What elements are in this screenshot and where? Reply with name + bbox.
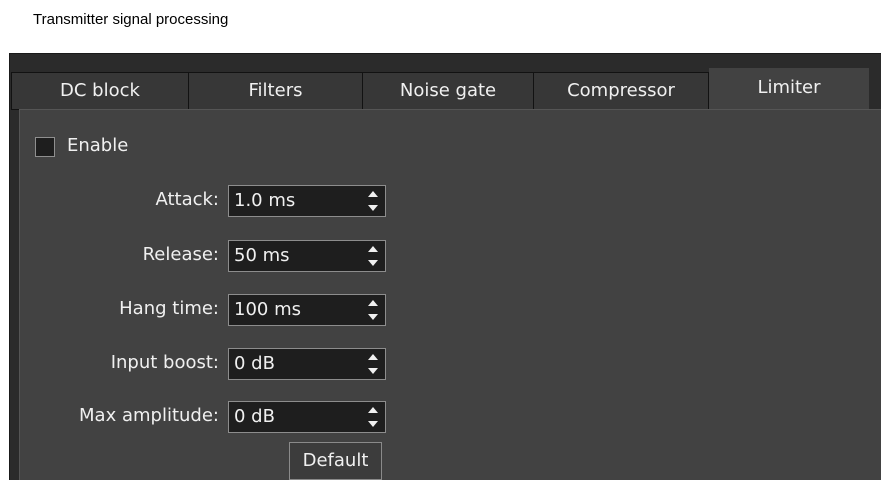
release-spinbox[interactable]: 50 ms [228,240,386,272]
tab-noise-gate[interactable]: Noise gate [362,72,534,110]
tab-limiter[interactable]: Limiter [709,68,869,110]
up-down-arrows-icon[interactable] [367,190,379,212]
window-title: Transmitter signal processing [33,11,229,28]
max-amplitude-label: Max amplitude: [79,405,219,426]
attack-value[interactable]: 1.0 ms [234,186,295,216]
hang-time-label: Hang time: [119,298,219,319]
tab-dc-block[interactable]: DC block [11,72,189,110]
hang-time-value[interactable]: 100 ms [234,295,301,325]
max-amplitude-value[interactable]: 0 dB [234,402,275,432]
attack-label: Attack: [155,189,219,210]
tab-filters[interactable]: Filters [188,72,363,110]
hang-time-spinbox[interactable]: 100 ms [228,294,386,326]
up-down-arrows-icon[interactable] [367,299,379,321]
input-boost-spinbox[interactable]: 0 dB [228,348,386,380]
default-button[interactable]: Default [289,442,382,480]
dsp-panel: DC block Filters Noise gate Compressor L… [9,53,881,480]
up-down-arrows-icon[interactable] [367,406,379,428]
up-down-arrows-icon[interactable] [367,245,379,267]
tab-compressor[interactable]: Compressor [533,72,709,110]
release-label: Release: [142,244,219,265]
input-boost-value[interactable]: 0 dB [234,349,275,379]
input-boost-label: Input boost: [110,352,219,373]
release-value[interactable]: 50 ms [234,241,290,271]
enable-checkbox[interactable] [35,137,55,157]
enable-label[interactable]: Enable [67,134,128,158]
attack-spinbox[interactable]: 1.0 ms [228,185,386,217]
up-down-arrows-icon[interactable] [367,353,379,375]
max-amplitude-spinbox[interactable]: 0 dB [228,401,386,433]
